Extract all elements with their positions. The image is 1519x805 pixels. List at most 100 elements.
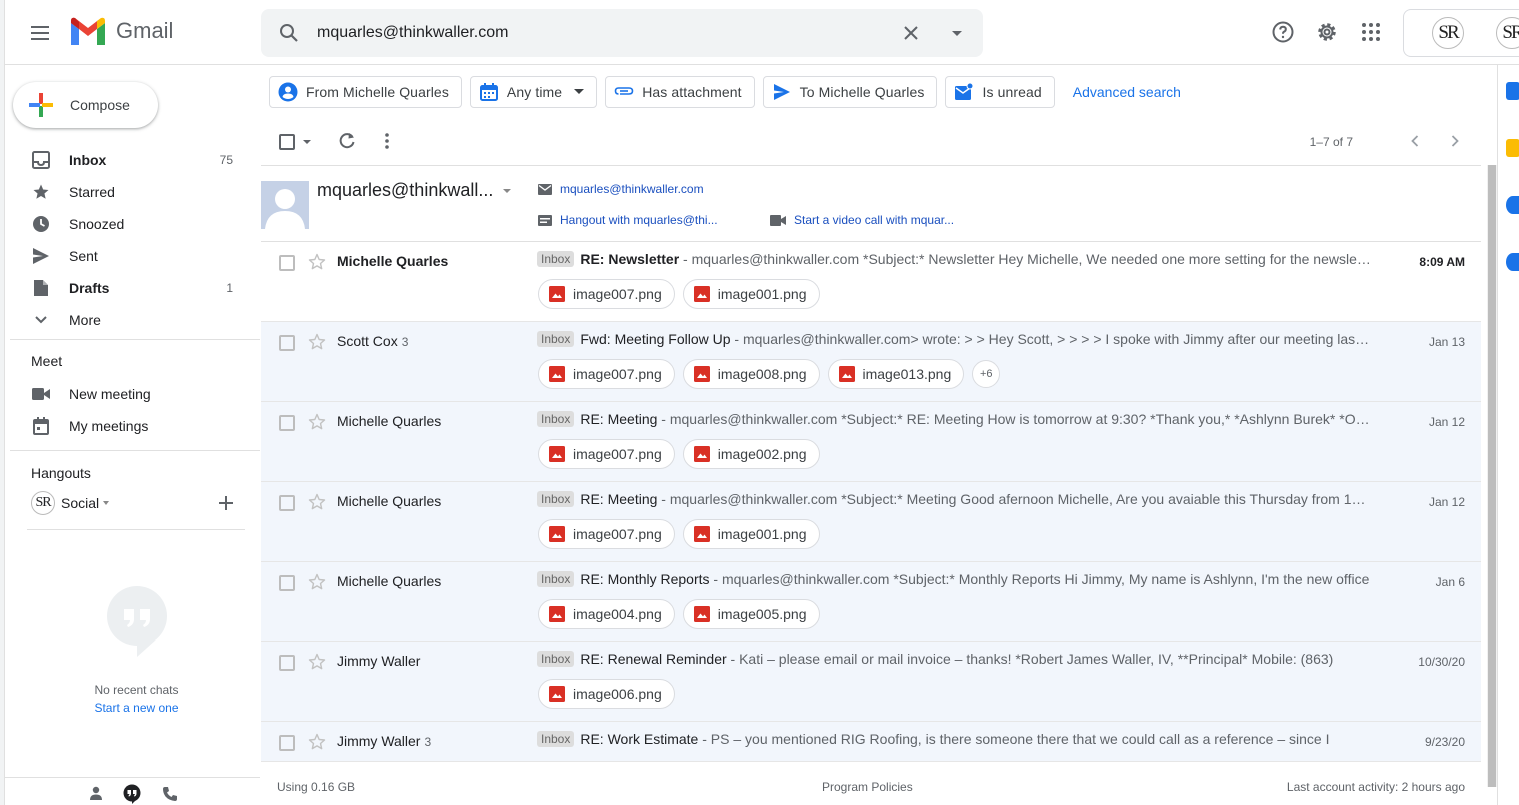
filter-to-chip[interactable]: To Michelle Quarles [762, 76, 938, 108]
row-checkbox[interactable] [279, 735, 295, 751]
calendar-app-icon[interactable] [1506, 82, 1519, 100]
sidebar-item-starred[interactable]: Starred [5, 176, 260, 208]
refresh-icon[interactable] [337, 131, 357, 151]
sidebar-item-drafts[interactable]: Drafts 1 [5, 272, 260, 304]
advanced-search-link[interactable]: Advanced search [1073, 84, 1181, 100]
attachment-chip[interactable]: image007.png [538, 359, 675, 389]
filter-from-chip[interactable]: From Michelle Quarles [269, 76, 462, 108]
row-checkbox[interactable] [279, 575, 295, 591]
attachment-name: image007.png [573, 526, 662, 542]
scrollbar-thumb[interactable] [1488, 165, 1496, 787]
help-icon[interactable] [1269, 18, 1297, 46]
row-checkbox[interactable] [279, 255, 295, 271]
row-checkbox[interactable] [279, 335, 295, 351]
inbox-label-badge[interactable]: Inbox [537, 731, 575, 747]
search-options-icon[interactable] [945, 21, 969, 45]
inbox-label-badge[interactable]: Inbox [537, 571, 575, 587]
star-icon[interactable] [307, 252, 327, 272]
attachment-chip[interactable]: image006.png [538, 679, 675, 709]
organization-logo: SR [1432, 17, 1464, 49]
row-checkbox[interactable] [279, 415, 295, 431]
attachment-chip[interactable]: image004.png [538, 599, 675, 629]
attachment-chip[interactable]: image007.png [538, 439, 675, 469]
phone-icon[interactable] [162, 786, 178, 802]
email-row[interactable]: Jimmy Waller Inbox RE: Renewal Reminder - … [261, 642, 1481, 722]
sidebar-item-inbox[interactable]: Inbox 75 [5, 144, 260, 176]
star-icon[interactable] [307, 732, 327, 752]
attachment-chip[interactable]: image008.png [682, 359, 820, 389]
add-chat-plus-icon[interactable] [219, 496, 233, 510]
sender-name: Michelle Quarles [337, 493, 442, 509]
filter-time-chip[interactable]: Any time [469, 76, 598, 108]
clear-search-icon[interactable] [899, 21, 923, 45]
chevron-right-icon[interactable] [1445, 131, 1465, 151]
email-row[interactable]: Michelle Quarles Inbox RE: Monthly Reports… [261, 562, 1481, 642]
compose-label: Compose [70, 97, 130, 113]
main-menu-button[interactable] [25, 17, 57, 49]
row-checkbox[interactable] [279, 655, 295, 671]
contacts-app-icon[interactable] [1506, 253, 1519, 271]
settings-gear-icon[interactable] [1313, 18, 1341, 46]
attachment-chip[interactable]: image005.png [682, 599, 820, 629]
inbox-label-badge[interactable]: Inbox [537, 651, 575, 667]
more-options-vertical-icon[interactable] [377, 131, 397, 151]
email-row[interactable]: Jimmy Waller 3 Inbox RE: Work Estimate - PS… [261, 722, 1481, 762]
gmail-logo[interactable]: Gmail [69, 17, 173, 45]
sidebar-item-label: Inbox [69, 152, 107, 168]
star-icon[interactable] [307, 412, 327, 432]
compose-button[interactable]: Compose [13, 82, 158, 128]
more-attachments-badge[interactable]: +6 [972, 360, 1001, 388]
inbox-label-badge[interactable]: Inbox [537, 251, 575, 267]
tasks-app-icon[interactable] [1506, 196, 1519, 214]
vertical-scrollbar[interactable] [1487, 165, 1497, 787]
search-icon[interactable] [277, 21, 301, 45]
select-all-checkbox[interactable] [279, 134, 295, 150]
chevron-left-icon[interactable] [1405, 131, 1425, 151]
new-meeting-item[interactable]: New meeting [5, 378, 260, 410]
sidebar-item-more[interactable]: More [5, 304, 260, 336]
account-avatar[interactable]: SR [1496, 17, 1519, 49]
attachment-chip[interactable]: image001.png [682, 519, 820, 549]
account-switcher[interactable]: SR SR [1403, 9, 1519, 57]
contact-menu-caret[interactable] [503, 189, 511, 193]
contact-avatar [261, 181, 309, 229]
inbox-label-badge[interactable]: Inbox [537, 331, 575, 347]
keep-app-icon[interactable] [1506, 139, 1519, 157]
sidebar-item-snoozed[interactable]: Snoozed [5, 208, 260, 240]
inbox-label-badge[interactable]: Inbox [537, 491, 575, 507]
star-icon[interactable] [307, 332, 327, 352]
filter-unread-chip[interactable]: Is unread [945, 76, 1055, 108]
attachment-chip[interactable]: image007.png [538, 279, 675, 309]
hangouts-chat-icon[interactable] [123, 784, 141, 804]
my-meetings-item[interactable]: My meetings [5, 410, 260, 442]
attachment-chip[interactable]: image002.png [682, 439, 820, 469]
program-policies-link[interactable]: Program Policies [822, 780, 913, 794]
email-row[interactable]: Michelle Quarles Inbox RE: Newsletter - mq… [261, 242, 1481, 322]
thread-count: 3 [424, 735, 432, 749]
search-input[interactable] [317, 21, 877, 45]
filter-attachment-chip[interactable]: Has attachment [605, 76, 755, 108]
email-row[interactable]: Scott Cox 3 Inbox Fwd: Meeting Follow Up - … [261, 322, 1481, 402]
select-menu-caret[interactable] [303, 140, 311, 144]
attachment-chip[interactable]: image013.png [827, 359, 965, 389]
email-row[interactable]: Michelle Quarles Inbox RE: Meeting - mquar… [261, 482, 1481, 562]
contacts-person-icon[interactable] [89, 786, 103, 800]
star-icon[interactable] [307, 652, 327, 672]
apps-grid-icon[interactable] [1357, 18, 1385, 46]
email-row[interactable]: Michelle Quarles Inbox RE: Meeting - mquar… [261, 402, 1481, 482]
video-call-link[interactable]: Start a video call with mquar... [770, 213, 954, 227]
search-bar[interactable] [261, 9, 983, 57]
attachment-chip[interactable]: image007.png [538, 519, 675, 549]
hangouts-status-selector[interactable]: SR Social [31, 491, 110, 515]
sender: Scott Cox 3 [337, 333, 408, 349]
hangout-link[interactable]: Hangout with mquarles@thi... [538, 213, 718, 227]
email-date: 9/23/20 [1424, 735, 1465, 749]
contact-email-link[interactable]: mquarles@thinkwaller.com [538, 182, 704, 196]
row-checkbox[interactable] [279, 495, 295, 511]
sidebar-item-sent[interactable]: Sent [5, 240, 260, 272]
star-icon[interactable] [307, 492, 327, 512]
inbox-label-badge[interactable]: Inbox [537, 411, 575, 427]
start-new-chat-link[interactable]: Start a new one [5, 701, 268, 715]
attachment-chip[interactable]: image001.png [682, 279, 820, 309]
star-icon[interactable] [307, 572, 327, 592]
